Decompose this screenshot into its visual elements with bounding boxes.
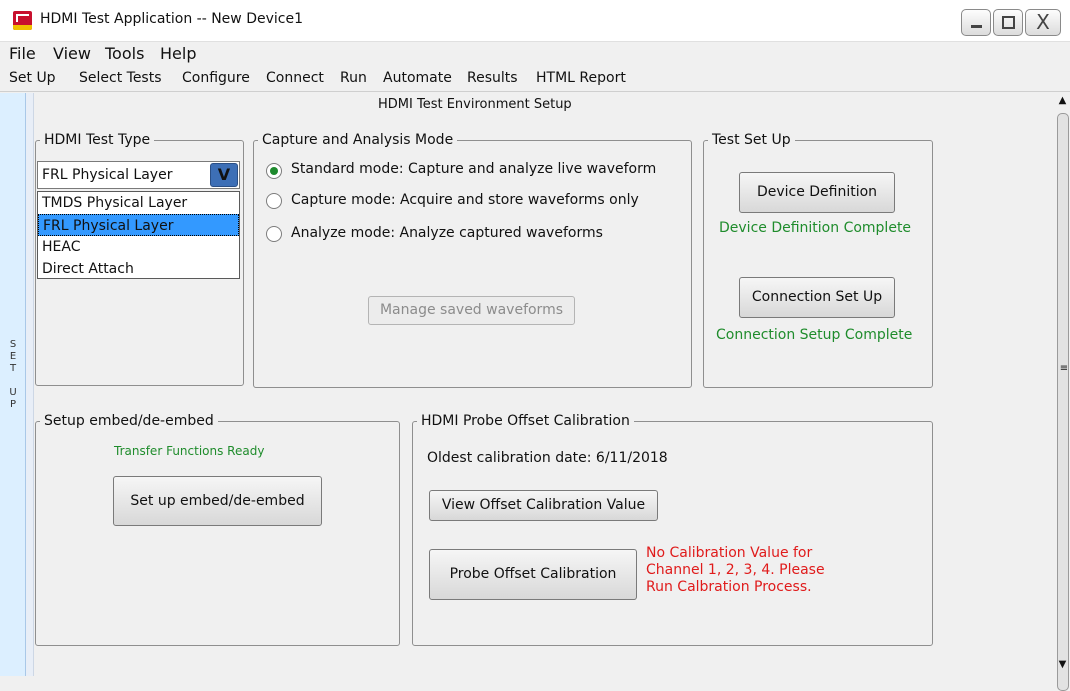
side-tab-label: S E T U P <box>9 339 17 410</box>
dropdown-toggle-button[interactable]: V <box>210 163 238 187</box>
content-edge <box>26 93 34 676</box>
minimize-icon <box>971 25 982 28</box>
radio-analyze-mode[interactable] <box>266 226 282 242</box>
scroll-up-icon[interactable]: ▲ <box>1055 95 1070 106</box>
tab-run[interactable]: Run <box>340 70 367 86</box>
app-icon <box>13 11 32 30</box>
capture-mode-group: Capture and Analysis Mode <box>253 131 692 388</box>
connection-setup-status: Connection Setup Complete <box>716 327 913 343</box>
toolbar: Set Up Select Tests Configure Connect Ru… <box>0 64 1070 92</box>
menu-help[interactable]: Help <box>160 44 196 63</box>
capture-mode-legend: Capture and Analysis Mode <box>258 131 458 149</box>
setup-embed-button[interactable]: Set up embed/de-embed <box>113 476 322 526</box>
oldest-calibration-date: Oldest calibration date: 6/11/2018 <box>427 450 668 466</box>
menu-file[interactable]: File <box>9 44 36 63</box>
probe-offset-calibration-button[interactable]: Probe Offset Calibration <box>429 549 637 600</box>
chevron-down-icon: V <box>217 165 231 184</box>
tab-set-up[interactable]: Set Up <box>9 70 56 86</box>
dropdown-option-direct-attach[interactable]: Direct Attach <box>38 258 239 280</box>
manage-saved-waveforms-button[interactable]: Manage saved waveforms <box>368 296 575 325</box>
scroll-thumb[interactable]: ≡ <box>1057 113 1069 691</box>
tab-configure[interactable]: Configure <box>182 70 250 86</box>
radio-label-capture[interactable]: Capture mode: Acquire and store waveform… <box>291 192 639 208</box>
test-type-dropdown-list: TMDS Physical Layer FRL Physical Layer H… <box>37 191 240 279</box>
menu-tools[interactable]: Tools <box>105 44 144 63</box>
tab-results[interactable]: Results <box>467 70 518 86</box>
tab-connect[interactable]: Connect <box>266 70 324 86</box>
radio-standard-mode[interactable] <box>266 163 282 179</box>
view-offset-calibration-button[interactable]: View Offset Calibration Value <box>429 490 658 521</box>
radio-checked-dot <box>270 167 278 175</box>
page-title: HDMI Test Environment Setup <box>378 97 572 112</box>
menu-view[interactable]: View <box>53 44 91 63</box>
dropdown-option-heac[interactable]: HEAC <box>38 236 239 258</box>
side-tab-setup[interactable]: S E T U P <box>0 93 26 676</box>
embed-legend: Setup embed/de-embed <box>40 412 218 430</box>
close-button[interactable]: X <box>1025 9 1061 36</box>
test-setup-legend: Test Set Up <box>708 131 795 149</box>
device-definition-status: Device Definition Complete <box>719 220 912 236</box>
calibration-warning: No Calibration Value for Channel 1, 2, 3… <box>646 545 825 595</box>
radio-capture-mode[interactable] <box>266 193 282 209</box>
grip-icon: ≡ <box>1059 363 1069 374</box>
tab-select-tests[interactable]: Select Tests <box>79 70 162 86</box>
maximize-icon <box>1002 16 1015 29</box>
transfer-functions-status: Transfer Functions Ready <box>114 444 265 458</box>
close-icon: X <box>1036 10 1050 34</box>
radio-label-analyze[interactable]: Analyze mode: Analyze captured waveforms <box>291 225 603 241</box>
test-type-legend: HDMI Test Type <box>40 131 155 149</box>
title-bar: HDMI Test Application -- New Device1 X <box>0 0 1070 42</box>
scroll-down-icon[interactable]: ▼ <box>1055 659 1070 670</box>
tab-html-report[interactable]: HTML Report <box>536 70 626 86</box>
test-type-combobox[interactable]: FRL Physical Layer V <box>37 161 240 189</box>
dropdown-option-tmds[interactable]: TMDS Physical Layer <box>38 192 239 214</box>
maximize-button[interactable] <box>993 9 1023 36</box>
radio-label-standard[interactable]: Standard mode: Capture and analyze live … <box>291 161 656 177</box>
window-title: HDMI Test Application -- New Device1 <box>40 11 303 27</box>
probe-calibration-legend: HDMI Probe Offset Calibration <box>417 412 634 430</box>
device-definition-button[interactable]: Device Definition <box>739 172 895 213</box>
vertical-scrollbar[interactable]: ▲ ≡ ▼ <box>1055 93 1070 691</box>
test-type-selected-value: FRL Physical Layer <box>42 167 173 183</box>
tab-automate[interactable]: Automate <box>383 70 452 86</box>
dropdown-option-frl[interactable]: FRL Physical Layer <box>38 214 239 236</box>
menu-bar: File View Tools Help <box>0 42 1070 64</box>
minimize-button[interactable] <box>961 9 991 36</box>
connection-setup-button[interactable]: Connection Set Up <box>739 277 895 318</box>
